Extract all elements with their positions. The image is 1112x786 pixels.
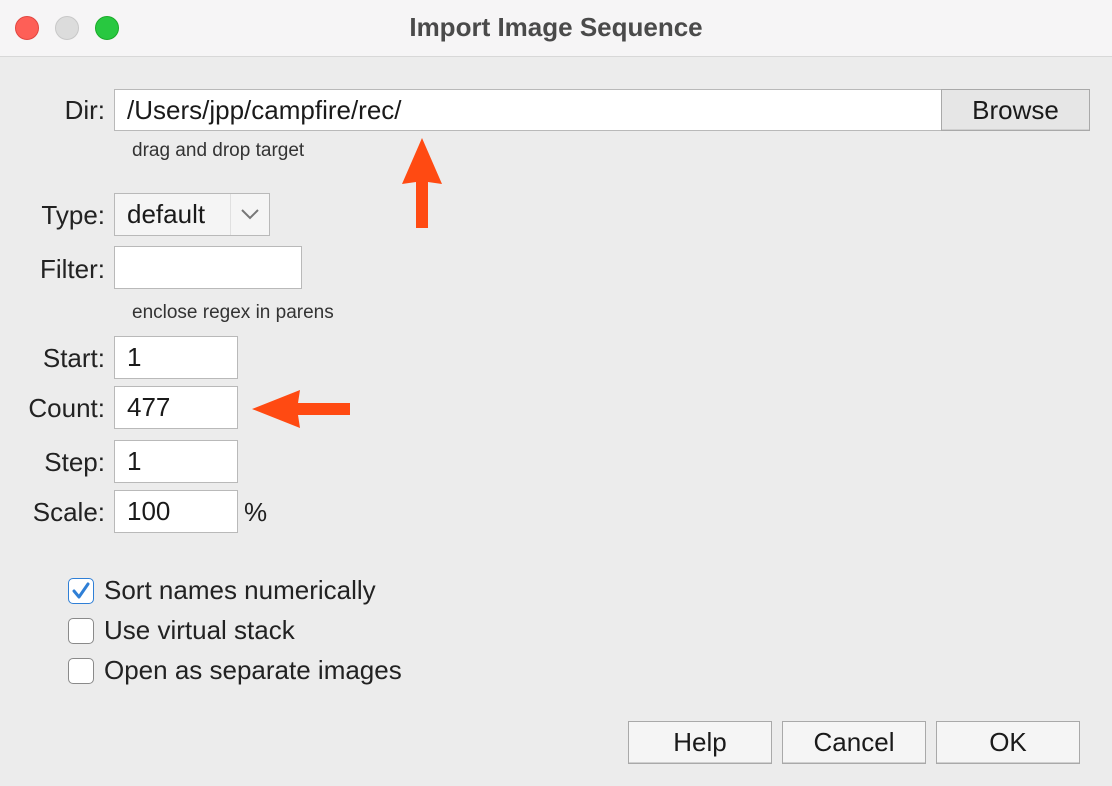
dir-label: Dir: (64, 95, 105, 125)
annotation-arrow-left (252, 390, 350, 428)
filter-hint: enclose regex in parens (132, 302, 334, 323)
scale-input[interactable]: 100 (114, 490, 238, 533)
chevron-down-icon (230, 194, 269, 235)
ok-button[interactable]: OK (936, 721, 1080, 764)
cancel-button[interactable]: Cancel (782, 721, 926, 764)
separate-images-label: Open as separate images (104, 655, 402, 685)
count-input[interactable]: 477 (114, 386, 238, 429)
type-label: Type: (41, 200, 105, 230)
browse-button[interactable]: Browse (941, 89, 1090, 131)
start-input[interactable]: 1 (114, 336, 238, 379)
scale-unit: % (244, 497, 268, 527)
step-input[interactable]: 1 (114, 440, 238, 483)
window-title: Import Image Sequence (409, 12, 703, 42)
virtual-stack-checkbox[interactable] (68, 618, 94, 644)
annotation-arrow-up (402, 138, 442, 228)
type-selected-value: default (127, 199, 206, 229)
type-dropdown[interactable]: default (114, 193, 270, 236)
dir-input[interactable]: /Users/jpp/campfire/rec/ (114, 89, 942, 131)
count-label: Count: (28, 393, 105, 423)
filter-label: Filter: (40, 254, 105, 284)
checkmark-icon (72, 582, 90, 599)
scale-label: Scale: (32, 497, 105, 527)
filter-input[interactable] (114, 246, 302, 289)
step-label: Step: (44, 447, 105, 477)
title-bar: Import Image Sequence (0, 0, 1112, 57)
dir-hint: drag and drop target (132, 140, 305, 161)
sort-numerically-checkbox[interactable] (68, 578, 94, 604)
sort-numerically-label: Sort names numerically (104, 575, 376, 605)
help-button[interactable]: Help (628, 721, 772, 764)
virtual-stack-label: Use virtual stack (104, 615, 295, 645)
start-label: Start: (42, 343, 105, 373)
separate-images-checkbox[interactable] (68, 658, 94, 684)
